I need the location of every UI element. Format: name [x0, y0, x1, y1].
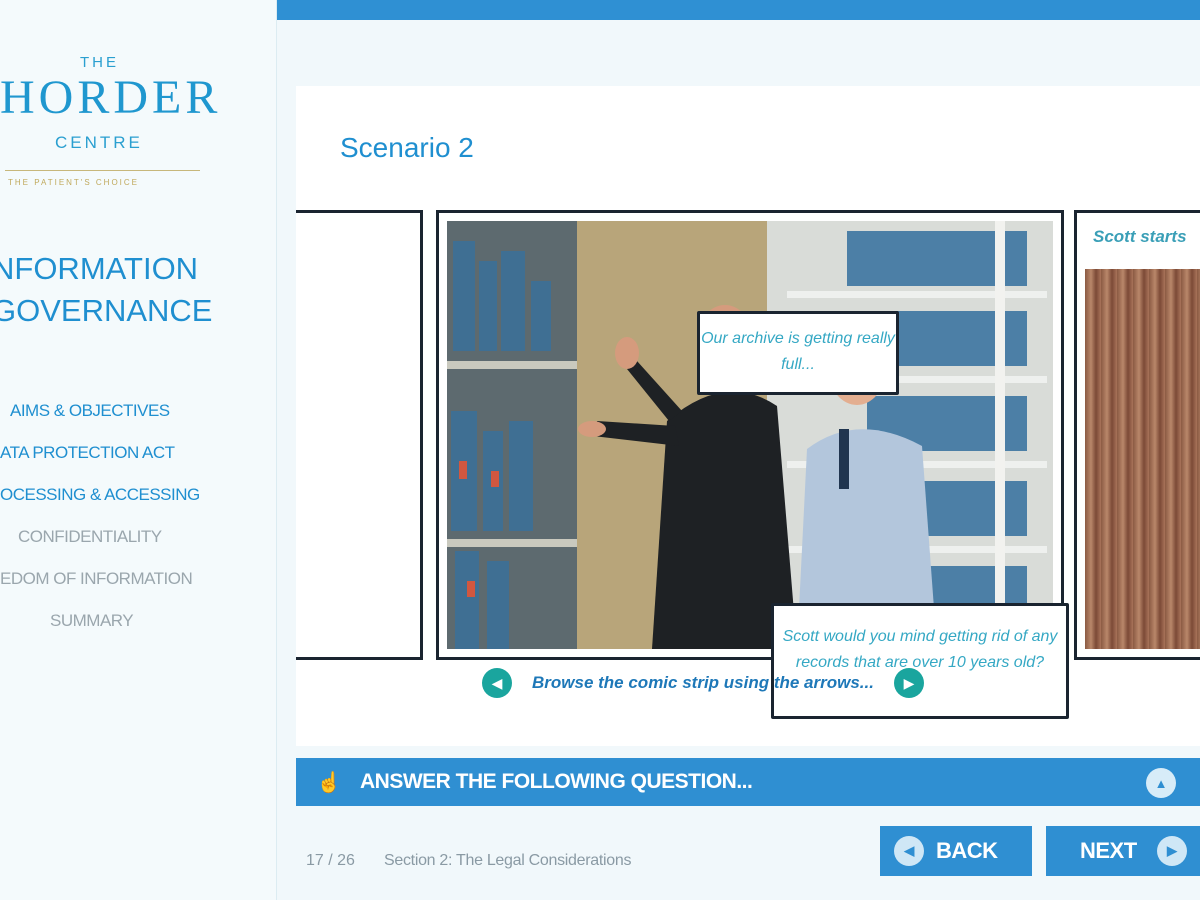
answer-question-bar[interactable]: ☝ ANSWER THE FOLLOWING QUESTION... ▲	[296, 758, 1200, 806]
comic-panel-next: Scott starts	[1074, 210, 1200, 660]
module-title-line-1: NFORMATION	[0, 251, 199, 286]
menu-item-data-protection-act[interactable]: ATA PROTECTION ACT	[0, 440, 276, 482]
archive-room-photo	[447, 221, 1053, 649]
chevron-left-icon: ◀	[894, 836, 924, 866]
comic-strip-hint: Browse the comic strip using the arrows.…	[532, 673, 874, 692]
scenario-title: Scenario 2	[340, 132, 474, 163]
sidebar: THE HORDER CENTRE THE PATIENT'S CHOICE N…	[0, 0, 277, 900]
module-title-line-2: GOVERNANCE	[0, 293, 213, 328]
back-button[interactable]: ◀ BACK	[880, 826, 1032, 876]
logo-divider	[5, 170, 200, 171]
next-panel-photo	[1085, 269, 1200, 649]
chevron-right-icon[interactable]: ▶	[893, 668, 924, 698]
menu-item-processing-accessing[interactable]: OCESSING & ACCESSING	[0, 482, 276, 524]
logo-centre: CENTRE	[55, 133, 143, 152]
logo-tagline: THE PATIENT'S CHOICE	[8, 178, 140, 187]
chevron-right-icon: ▶	[1156, 836, 1187, 866]
top-accent-bar	[276, 0, 1200, 20]
menu-item-confidentiality[interactable]: CONFIDENTIALITY	[0, 524, 276, 566]
content-card: Scenario 2 Our archive is getting really…	[296, 86, 1200, 746]
next-panel-caption: Scott starts	[1093, 227, 1187, 246]
menu-item-freedom-of-information[interactable]: EDOM OF INFORMATION	[0, 566, 276, 608]
speech-bubble-archive-full: Our archive is getting really full...	[697, 311, 899, 395]
chevron-left-icon[interactable]: ◀	[482, 668, 512, 698]
pointer-hand-icon: ☝	[316, 772, 342, 794]
module-title: NFORMATION GOVERNANCE	[0, 248, 292, 332]
archive-scene-illustration	[447, 221, 1053, 649]
comic-strip-navigation: ◀ Browse the comic strip using the arrow…	[482, 666, 924, 700]
section-label: Section 2: The Legal Considerations	[384, 852, 632, 869]
menu-item-summary[interactable]: SUMMARY	[0, 608, 276, 650]
logo-name: HORDER	[0, 71, 222, 124]
next-button[interactable]: NEXT ▶	[1046, 826, 1200, 876]
page-counter: 17 / 26	[306, 852, 355, 869]
speech-bubble-request: Scott would you mind getting rid of any …	[771, 603, 1069, 719]
chevron-up-icon[interactable]: ▲	[1146, 768, 1176, 798]
comic-panel-previous	[296, 210, 423, 660]
back-button-label: BACK	[936, 838, 998, 863]
logo-the: THE	[80, 54, 119, 71]
next-button-label: NEXT	[1080, 838, 1137, 863]
question-bar-label: ANSWER THE FOLLOWING QUESTION...	[360, 770, 753, 793]
menu-item-aims-objectives[interactable]: AIMS & OBJECTIVES	[0, 398, 276, 440]
comic-panel-current: Our archive is getting really full... Sc…	[436, 210, 1069, 719]
section-menu: AIMS & OBJECTIVES ATA PROTECTION ACT OCE…	[0, 398, 276, 650]
